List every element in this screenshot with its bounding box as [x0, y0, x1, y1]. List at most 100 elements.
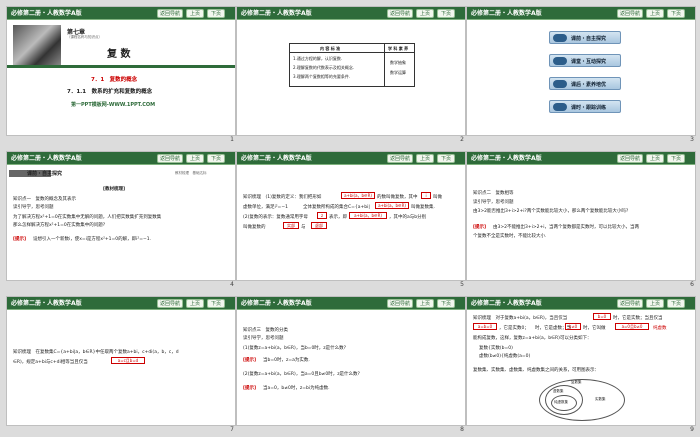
prev-page-button[interactable]: 上页	[186, 9, 204, 18]
venn-label: 实数集	[595, 397, 606, 401]
back-nav-button[interactable]: 返回导航	[157, 154, 183, 163]
prev-page-button[interactable]: 上页	[646, 154, 664, 163]
divider	[7, 65, 235, 68]
text-line: (2)复数z=a+bi(a，b∈R)，当a=0且b≠0时，z是什么数?	[243, 372, 360, 377]
slide-number: 5	[460, 281, 464, 288]
text-line: 知识点二 复数相等	[473, 191, 514, 196]
back-nav-button[interactable]: 返回导航	[157, 299, 183, 308]
slide-thumbnail-7[interactable]: 必修第二册・人教数学A版 返回导航 上页 下页 知识梳理 在复数集C={a+bi…	[6, 296, 236, 435]
slide-thumbnail-6[interactable]: 必修第二册・人教数学A版 返回导航 上页 下页 知识点二 复数相等 读引导学，思…	[466, 151, 696, 290]
hint-text: 设想引入一个新数i，使x=i是方程x²+1=0的解，即i²=−1.	[33, 237, 152, 242]
slide-frame[interactable]: 必修第二册・人教数学A版 返回导航 上页 下页 课前・自主探究 教材梳理 基础达…	[6, 151, 236, 281]
eye-icon	[553, 57, 567, 65]
col-header-traits: 学 科 素 养	[388, 46, 409, 51]
slide-thumbnail-5[interactable]: 必修第二册・人教数学A版 返回导航 上页 下页 知识梳理 (1)复数的定义：我们…	[236, 151, 466, 290]
slide-thumbnail-8[interactable]: 必修第二册・人教数学A版 返回导航 上页 下页 知识点三 复数的分类 读引导学，…	[236, 296, 466, 435]
next-page-button[interactable]: 下页	[437, 154, 455, 163]
slide-thumbnail-1[interactable]: 必修第二册・人教数学A版 返回导航 上页 下页 第七章 （课程名称与知识点） 复…	[6, 6, 236, 145]
text-line: 读引导学，思考问题	[243, 336, 284, 341]
slide-frame[interactable]: 必修第二册・人教数学A版 返回导航 上页 下页 知识梳理 在复数集C={a+bi…	[6, 296, 236, 426]
next-page-button[interactable]: 下页	[667, 299, 685, 308]
slide-frame[interactable]: 必修第二册・人教数学A版 返回导航 上页 下页 知识点三 复数的分类 读引导学，…	[236, 296, 466, 426]
prev-page-button[interactable]: 上页	[416, 154, 434, 163]
back-nav-button[interactable]: 返回导航	[617, 9, 643, 18]
slide-sorter-grid: 必修第二册・人教数学A版 返回导航 上页 下页 第七章 （课程名称与知识点） 复…	[0, 0, 700, 437]
prev-page-button[interactable]: 上页	[186, 299, 204, 308]
hint-text: 当a=0，b≠0时，z=bi为纯虚数.	[263, 386, 330, 391]
header-title: 必修第二册・人教数学A版	[11, 10, 82, 17]
slide-header: 必修第二册・人教数学A版 返回导航 上页 下页	[467, 7, 695, 20]
back-nav-button[interactable]: 返回导航	[387, 299, 413, 308]
slide-number: 3	[690, 136, 694, 143]
nav-button-preview[interactable]: 课前・自主探究	[549, 31, 621, 44]
section-tag-label: 课前・自主探究	[27, 171, 63, 177]
text-fragment: ，它是实数0；	[499, 326, 529, 331]
slide-header: 必修第二册・人教数学A版 返回导航 上页 下页	[7, 152, 235, 165]
answer-box: a=b=0	[473, 323, 497, 330]
text-fragment: 纯虚数	[653, 326, 667, 331]
back-nav-button[interactable]: 返回导航	[617, 154, 643, 163]
next-page-button[interactable]: 下页	[437, 9, 455, 18]
text-line: (2)复数的表示：复数通常用字母	[243, 215, 308, 220]
nav-button-after-class[interactable]: 课后・素养培优	[549, 77, 621, 90]
answer-box: a=c且b=d	[111, 357, 145, 364]
slide-header: 必修第二册・人教数学A版 返回导航 上页 下页	[237, 152, 465, 165]
table-row: 3.理解两个复数相等的充要条件.	[293, 74, 351, 79]
prev-page-button[interactable]: 上页	[416, 299, 434, 308]
slide-frame[interactable]: 必修第二册・人教数学A版 返回导航 上页 下页 知识梳理 对于复数a+bi(a，…	[466, 296, 696, 426]
slide-thumbnail-9[interactable]: 必修第二册・人教数学A版 返回导航 上页 下页 知识梳理 对于复数a+bi(a，…	[466, 296, 696, 435]
col-header-standards: 内 容 标 准	[320, 46, 341, 51]
header-title: 必修第二册・人教数学A版	[471, 155, 542, 162]
text-line: ∈R)，规定a+bi与c+di相等当且仅当	[13, 360, 88, 365]
back-nav-button[interactable]: 返回导航	[387, 154, 413, 163]
slide-thumbnail-4[interactable]: 必修第二册・人教数学A版 返回导航 上页 下页 课前・自主探究 教材梳理 基础达…	[6, 151, 236, 290]
slide-frame[interactable]: 必修第二册・人教数学A版 返回导航 上页 下页 知识点二 复数相等 读引导学，思…	[466, 151, 696, 281]
text-line: 虚数单位，满足i²=−1	[243, 205, 288, 210]
venn-label: 复数集	[571, 380, 582, 384]
next-page-button[interactable]: 下页	[207, 154, 225, 163]
prev-page-button[interactable]: 上页	[416, 9, 434, 18]
text-line: 能构成复数，这样，复数z=a+bi(a，b∈R)可以分类如下：	[473, 336, 592, 341]
slide-thumbnail-3[interactable]: 必修第二册・人教数学A版 返回导航 上页 下页 课前・自主探究 课堂・互动探究 …	[466, 6, 696, 145]
nav-button-practice[interactable]: 课时・跟踪训练	[549, 100, 621, 113]
hint-label: [提示]	[13, 237, 27, 242]
answer-box: z	[317, 212, 327, 219]
standards-table: 内 容 标 准 学 科 素 养 1.通过方程的解，认识复数. 2.理解复数的代数…	[289, 43, 415, 87]
slide-thumbnail-2[interactable]: 必修第二册・人教数学A版 返回导航 上页 下页 内 容 标 准 学 科 素 养 …	[236, 6, 466, 145]
next-page-button[interactable]: 下页	[437, 299, 455, 308]
slide-frame[interactable]: 必修第二册・人教数学A版 返回导航 上页 下页 知识梳理 (1)复数的定义：我们…	[236, 151, 466, 281]
next-page-button[interactable]: 下页	[667, 9, 685, 18]
section-title: 7．1 复数的概念	[91, 77, 138, 83]
table-row: 2.理解复数的代数表示及相关概念.	[293, 65, 355, 70]
trait-item: 数学运算	[390, 70, 406, 75]
next-page-button[interactable]: 下页	[207, 9, 225, 18]
slide-header: 必修第二册・人教数学A版 返回导航 上页 下页	[7, 297, 235, 310]
slide-frame[interactable]: 必修第二册・人教数学A版 返回导航 上页 下页 第七章 （课程名称与知识点） 复…	[6, 6, 236, 136]
nav-label: 课后・素养培优	[571, 82, 607, 88]
slide-frame[interactable]: 必修第二册・人教数学A版 返回导航 上页 下页 课前・自主探究 课堂・互动探究 …	[466, 6, 696, 136]
back-nav-button[interactable]: 返回导航	[617, 299, 643, 308]
slide-frame[interactable]: 必修第二册・人教数学A版 返回导航 上页 下页 内 容 标 准 学 科 素 养 …	[236, 6, 466, 136]
prev-page-button[interactable]: 上页	[646, 9, 664, 18]
slide-header: 必修第二册・人教数学A版 返回导航 上页 下页	[237, 297, 465, 310]
next-page-button[interactable]: 下页	[207, 299, 225, 308]
slide-number: 1	[230, 136, 234, 143]
nav-button-classroom[interactable]: 课堂・互动探究	[549, 54, 621, 67]
answer-box: a=0且b≠0	[615, 323, 649, 330]
nav-label: 课前・自主探究	[571, 36, 607, 42]
answer-box: 实部	[283, 222, 299, 229]
header-title: 必修第二册・人教数学A版	[241, 10, 312, 17]
prev-page-button[interactable]: 上页	[646, 299, 664, 308]
venn-label: 纯虚数集	[554, 400, 568, 404]
text-fragment: 叫做复数集.	[411, 205, 435, 210]
hint-text: 由3>2不能推出3+i>2+i，当两个复数都是实数时，可以比较大小，当两	[493, 225, 640, 230]
text-line: 由3>2能否推出3+i>2+i?两个实数能比较大小，那么两个复数能比较大小吗?	[473, 209, 629, 214]
back-nav-button[interactable]: 返回导航	[157, 9, 183, 18]
back-nav-button[interactable]: 返回导航	[387, 9, 413, 18]
next-page-button[interactable]: 下页	[667, 154, 685, 163]
table-row: 1.通过方程的解，认识复数.	[293, 56, 343, 61]
prev-page-button[interactable]: 上页	[186, 154, 204, 163]
header-title: 必修第二册・人教数学A版	[11, 300, 82, 307]
answer-box: 虚部	[311, 222, 327, 229]
heading: [教材梳理]	[103, 187, 126, 192]
